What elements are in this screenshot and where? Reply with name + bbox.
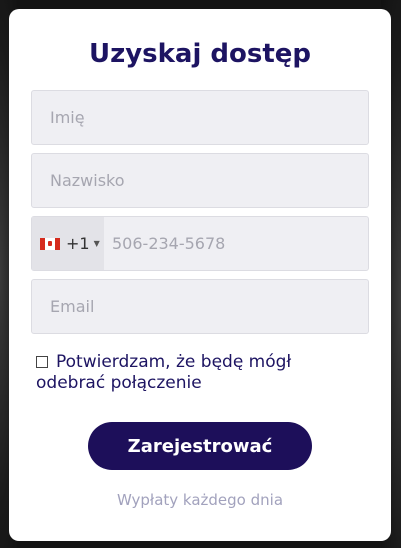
signup-card: Uzyskaj dostęp +1 ▼ Potwierdzam, że będę… — [9, 9, 391, 541]
consent-checkbox[interactable] — [36, 356, 48, 368]
payout-note: Wypłaty każdego dnia — [116, 491, 284, 509]
dial-code: +1 — [66, 234, 90, 253]
last-name-input[interactable] — [32, 154, 368, 207]
country-selector[interactable]: +1 ▼ — [32, 217, 104, 270]
consent-label: Potwierdzam, że będę mógł odebrać połącz… — [36, 352, 292, 393]
last-name-field[interactable] — [31, 153, 369, 208]
email-input[interactable] — [32, 280, 368, 333]
phone-input[interactable] — [104, 217, 368, 270]
email-field[interactable] — [31, 279, 369, 334]
first-name-field[interactable] — [31, 90, 369, 145]
first-name-input[interactable] — [32, 91, 368, 144]
consent-row: Potwierdzam, że będę mógł odebrać połącz… — [36, 352, 356, 394]
submit-button[interactable]: Zarejestrować — [88, 422, 312, 470]
chevron-down-icon: ▼ — [93, 239, 100, 248]
phone-input-wrapper — [104, 217, 368, 270]
canada-flag-icon — [40, 237, 60, 250]
form-title: Uzyskaj dostęp — [88, 39, 312, 69]
phone-field: +1 ▼ — [31, 216, 369, 271]
